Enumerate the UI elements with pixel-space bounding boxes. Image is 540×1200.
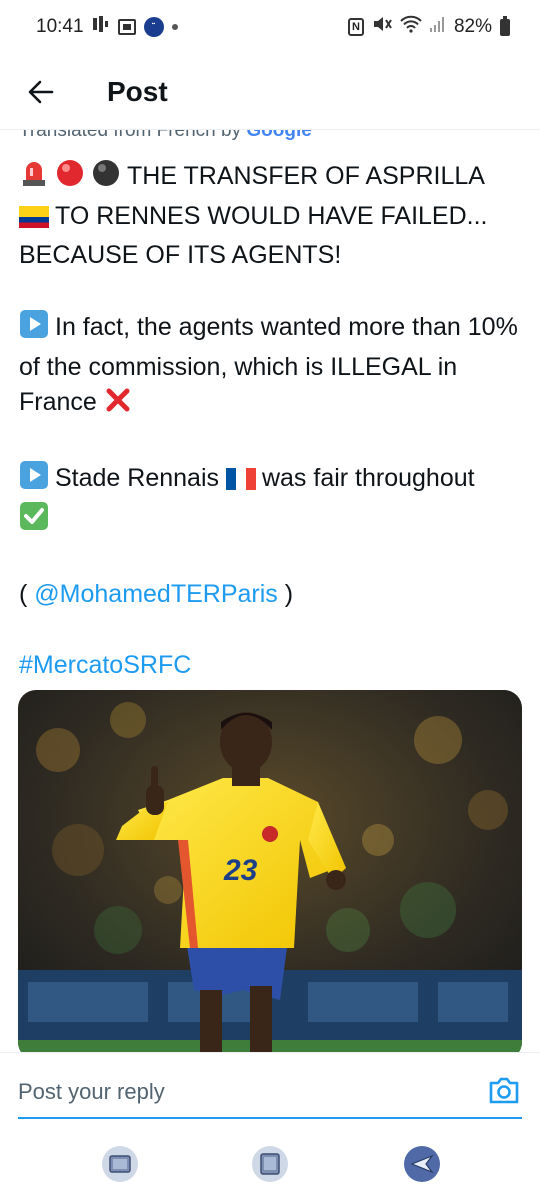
camera-icon	[489, 1077, 519, 1104]
colombia-flag-icon	[19, 203, 49, 239]
back-nav-icon	[404, 1146, 440, 1182]
red-circle-emoji-icon	[55, 158, 85, 199]
post-paragraph-5: #MercatoSRFC	[19, 648, 529, 684]
check-mark-emoji-icon	[19, 501, 49, 542]
post-paragraph-3: Stade Rennais was fair throughout	[19, 460, 529, 541]
recent-apps-icon	[102, 1146, 138, 1182]
reply-input[interactable]: Post your reply	[18, 1067, 522, 1119]
camera-button[interactable]	[488, 1075, 520, 1105]
france-flag-icon	[225, 465, 256, 501]
credit-close: )	[284, 579, 294, 608]
home-button[interactable]	[250, 1144, 290, 1184]
mention-link[interactable]: @MohamedTERParis	[34, 580, 278, 608]
post-body: THE TRANSFER OF ASPRILLA TO RENNES WOULD…	[19, 158, 529, 683]
black-circle-emoji-icon	[91, 158, 121, 199]
post-line-2: TO RENNES WOULD HAVE FAILED...	[55, 201, 488, 230]
post-paragraph-2: In fact, the agents wanted more than 10%…	[19, 309, 529, 425]
post-paragraph-3-text-b: was fair throughout	[261, 464, 475, 492]
jersey-number: 23	[223, 854, 258, 887]
signal-icon	[429, 15, 446, 39]
reply-bar: Post your reply	[0, 1052, 540, 1128]
call-indicator-icon	[92, 15, 110, 39]
wifi-icon	[400, 15, 422, 39]
channel-app-icon: ▪▪	[143, 17, 164, 37]
nfc-icon: N	[347, 18, 364, 36]
home-icon	[252, 1146, 288, 1182]
play-button-emoji-icon	[19, 309, 49, 350]
post-media-photo[interactable]: 23	[18, 690, 522, 1052]
rotating-light-emoji-icon	[19, 158, 49, 199]
system-navigation-bar	[0, 1128, 540, 1200]
status-bar: 10:41 ▪▪ N 82%	[0, 0, 540, 54]
status-time: 10:41	[36, 16, 84, 37]
top-app-bar: Post	[0, 54, 540, 130]
credit-open: (	[19, 579, 28, 608]
post-paragraph-3-text-a: Stade Rennais	[55, 464, 220, 492]
post-content: Translated from French by Google THE TRA…	[0, 122, 540, 1052]
post-line-1: THE TRANSFER OF ASPRILLA	[127, 162, 485, 190]
mute-icon	[372, 15, 392, 39]
voicemail-icon	[117, 19, 136, 35]
arrow-left-icon	[28, 80, 54, 103]
page-title: Post	[107, 75, 168, 107]
post-line-3: BECAUSE OF ITS AGENTS!	[19, 241, 342, 269]
back-nav-button[interactable]	[402, 1144, 442, 1184]
post-paragraph-4: ( @MohamedTERParis )	[19, 577, 529, 613]
recent-apps-button[interactable]	[100, 1144, 140, 1184]
back-button[interactable]	[15, 66, 67, 118]
play-button-emoji-icon	[19, 460, 49, 501]
hashtag-link[interactable]: #MercatoSRFC	[19, 651, 191, 679]
battery-icon	[500, 15, 510, 36]
status-left: 10:41 ▪▪	[36, 15, 178, 39]
battery-percentage: 82%	[453, 16, 492, 37]
status-right: N 82%	[347, 15, 510, 39]
football-player-photo: 23	[18, 690, 522, 1052]
post-paragraph-1: THE TRANSFER OF ASPRILLA TO RENNES WOULD…	[19, 158, 529, 274]
cross-mark-emoji-icon	[104, 386, 132, 425]
post-paragraph-2-text: In fact, the agents wanted more than 10%…	[19, 313, 518, 416]
notification-dot-icon	[171, 24, 178, 30]
